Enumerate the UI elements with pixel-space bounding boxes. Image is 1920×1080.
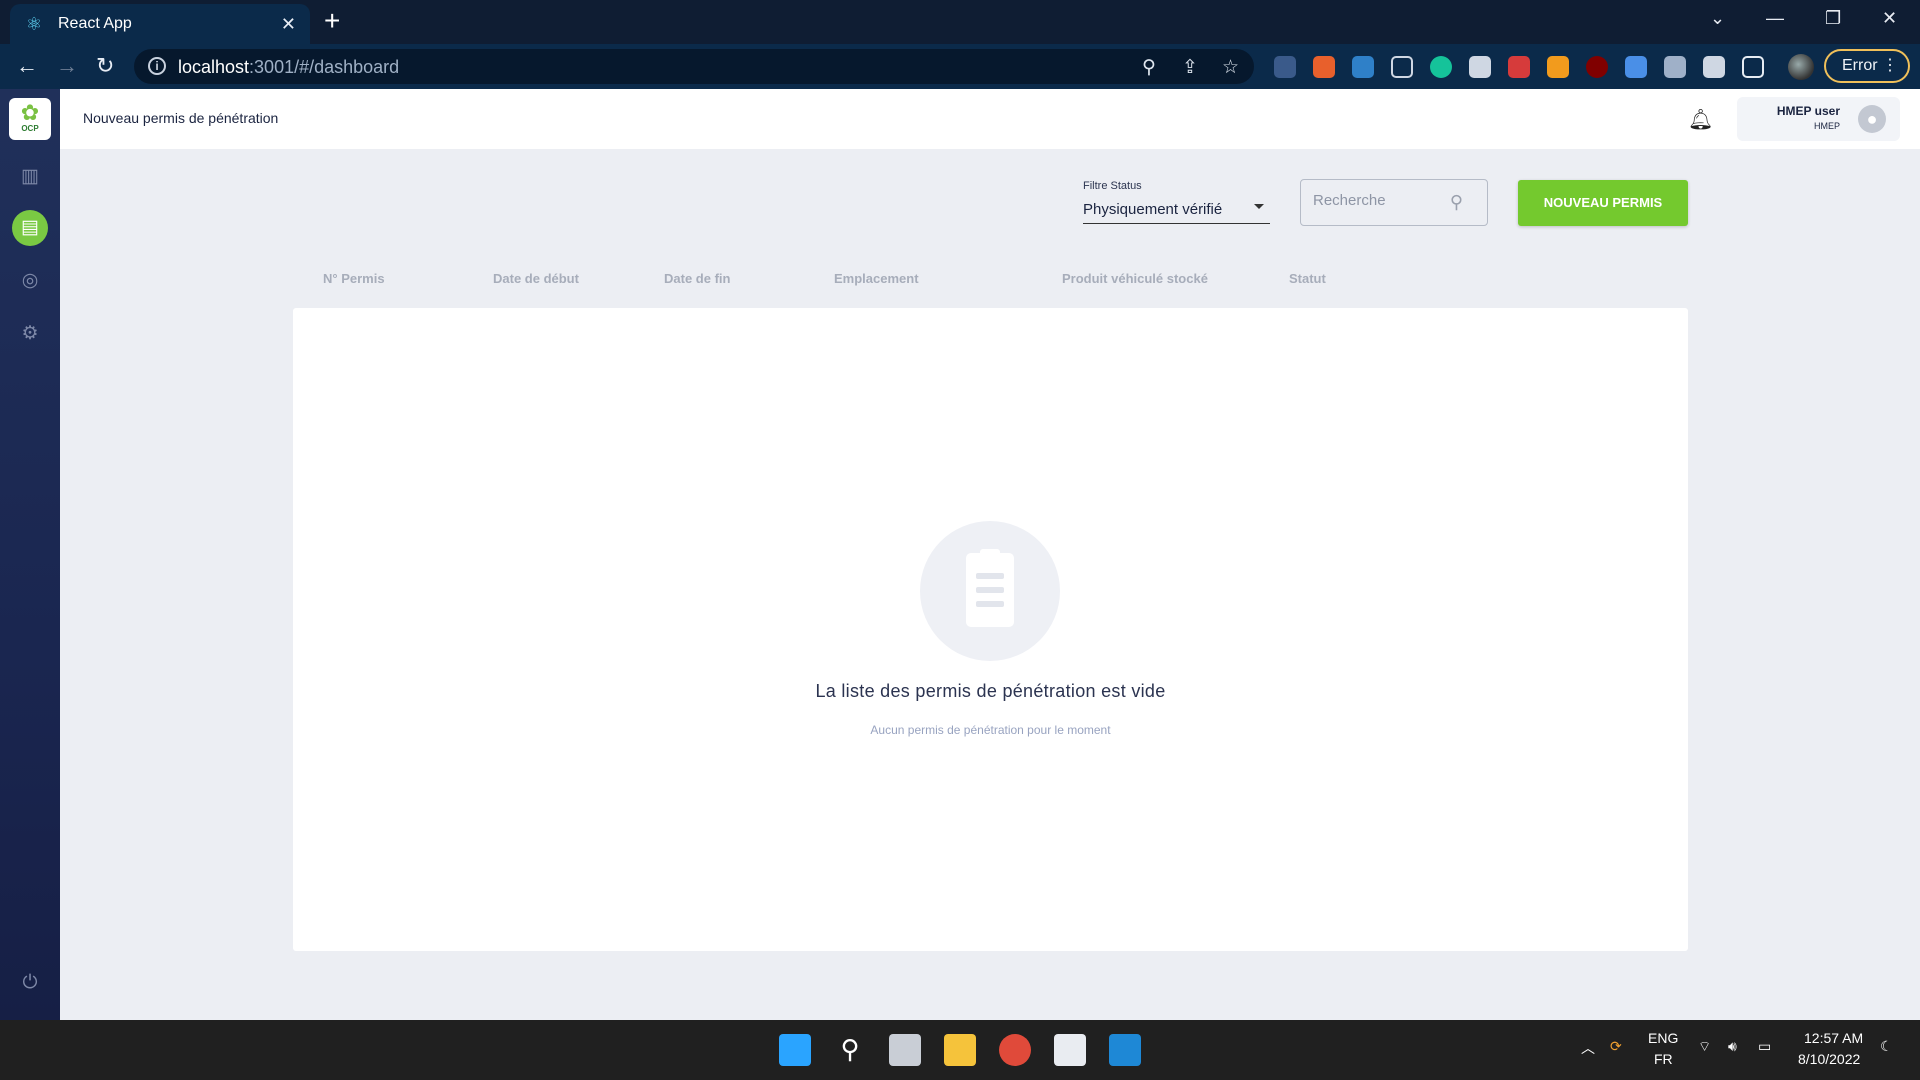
radar-icon[interactable]: ◎: [12, 263, 48, 299]
error-button[interactable]: Error ⋮: [1824, 49, 1910, 83]
column-header-location[interactable]: Emplacement: [834, 271, 919, 286]
reload-icon[interactable]: ↻: [96, 53, 114, 79]
search-field[interactable]: ⚲: [1300, 179, 1488, 226]
share-icon[interactable]: ⇪: [1182, 56, 1198, 79]
bookmark-star-icon[interactable]: ☆: [1222, 56, 1239, 79]
screen-extension-icon[interactable]: [1625, 56, 1647, 78]
empty-state-title: La liste des permis de pénétration est v…: [815, 681, 1166, 701]
permit-table-card: La liste des permis de pénétration est v…: [293, 308, 1688, 951]
file-explorer-icon[interactable]: [944, 1034, 976, 1066]
microsoft-store-icon[interactable]: [1054, 1034, 1086, 1066]
search-icon[interactable]: ⚲: [1450, 192, 1463, 213]
browser-tabstrip: ⚛ React App ✕ + ⌄ — ❐ ✕: [0, 0, 1920, 44]
power-icon[interactable]: ⏻: [12, 965, 48, 1001]
battery-icon[interactable]: ▭: [1758, 1038, 1771, 1055]
restore-icon[interactable]: ❐: [1825, 8, 1841, 29]
sidepanel-extension-icon[interactable]: [1742, 56, 1764, 78]
site-info-icon[interactable]: i: [148, 57, 166, 75]
language-bottom[interactable]: FR: [1654, 1051, 1673, 1067]
empty-state-subtitle: Aucun permis de pénétration pour le mome…: [870, 723, 1111, 737]
ocp-logo[interactable]: ✿ OCP: [9, 98, 51, 140]
dashboard-chart-icon[interactable]: ▥: [12, 159, 48, 195]
permit-list-icon[interactable]: ▤: [12, 210, 48, 246]
address-bar[interactable]: i localhost:3001/#/dashboard ⚲ ⇪ ☆: [134, 49, 1254, 84]
volume-icon[interactable]: 🔊︎: [1728, 1038, 1737, 1055]
status-filter-select[interactable]: Physiquement vérifié: [1083, 196, 1270, 224]
chrome-icon[interactable]: [999, 1034, 1031, 1066]
close-window-icon[interactable]: ✕: [1882, 8, 1897, 29]
sync-icon[interactable]: ⟳: [1610, 1038, 1622, 1055]
back-icon[interactable]: ←: [16, 53, 38, 79]
menu-kebab-icon[interactable]: ⋮: [1882, 51, 1898, 81]
browser-toolbar: ← → ↻ i localhost:3001/#/dashboard ⚲ ⇪ ☆…: [0, 44, 1920, 89]
task-view-icon[interactable]: [889, 1034, 921, 1066]
clock-time[interactable]: 12:57 AM: [1804, 1030, 1863, 1046]
column-header-start-date[interactable]: Date de début: [493, 271, 579, 286]
shield-extension-icon[interactable]: [1664, 56, 1686, 78]
clock-date[interactable]: 8/10/2022: [1798, 1051, 1860, 1067]
tab-title: React App: [58, 15, 132, 32]
new-permit-button[interactable]: NOUVEAU PERMIS: [1518, 180, 1688, 226]
off-extension-icon[interactable]: [1313, 56, 1335, 78]
react-icon: ⚛: [26, 14, 43, 34]
column-header-status[interactable]: Statut: [1289, 271, 1326, 286]
search-taskbar-icon[interactable]: ⚲: [834, 1034, 866, 1066]
url-text[interactable]: localhost:3001/#/dashboard: [178, 57, 399, 78]
user-avatar-icon: ●: [1858, 105, 1886, 133]
column-header-end-date[interactable]: Date de fin: [664, 271, 730, 286]
tray-chevron-icon[interactable]: ︿: [1581, 1038, 1595, 1058]
puzzle-red-extension-icon[interactable]: [1508, 56, 1530, 78]
column-header-product[interactable]: Produit véhiculé stocké: [1062, 271, 1208, 286]
focus-moon-icon[interactable]: ☾: [1880, 1038, 1893, 1055]
status-filter-label: Filtre Status: [1083, 180, 1142, 192]
zoom-icon[interactable]: ⚲: [1142, 56, 1156, 79]
search-input[interactable]: [1313, 192, 1443, 209]
tab-search-icon[interactable]: ⌄: [1710, 8, 1725, 29]
dropdown-caret-icon: [1254, 204, 1264, 209]
browser-tab[interactable]: ⚛ React App ✕: [10, 4, 310, 44]
camera-extension-icon[interactable]: [1469, 56, 1491, 78]
app-header: Nouveau permis de pénétration 🔔︎ HMEP us…: [60, 89, 1920, 149]
user-name: HMEP user: [1776, 104, 1840, 118]
orange-extension-icon[interactable]: [1547, 56, 1569, 78]
minimize-icon[interactable]: —: [1766, 8, 1784, 29]
user-menu[interactable]: HMEP user HMEP ●: [1737, 97, 1900, 141]
page-title: Nouveau permis de pénétration: [83, 110, 279, 126]
vscode-icon[interactable]: [1109, 1034, 1141, 1066]
windows-taskbar: ⚲ ︿ ⟳ ENG FR ⌔ 🔊︎ ▭ 12:57 AM 8/10/2022 ☾: [0, 1020, 1920, 1080]
ocp-emblem-icon: ✿: [20, 100, 40, 125]
profile-avatar[interactable]: [1788, 54, 1814, 80]
grid-extension-icon[interactable]: [1352, 56, 1374, 78]
new-tab-button[interactable]: +: [324, 6, 340, 36]
notification-bell-icon[interactable]: 🔔︎: [1688, 107, 1713, 132]
pen-extension-icon[interactable]: [1274, 56, 1296, 78]
settings-gear-icon[interactable]: ⚙: [12, 316, 48, 352]
column-header-permit-number[interactable]: N° Permis: [323, 271, 385, 286]
user-role: HMEP: [1813, 121, 1840, 131]
puzzle-extension-icon[interactable]: [1703, 56, 1725, 78]
capture-extension-icon[interactable]: [1391, 56, 1413, 78]
grammarly-extension-icon[interactable]: [1430, 56, 1452, 78]
wifi-icon[interactable]: ⌔: [1698, 1038, 1711, 1056]
close-tab-icon[interactable]: ✕: [281, 14, 296, 35]
empty-clipboard-icon: [920, 521, 1060, 661]
forward-icon[interactable]: →: [56, 53, 78, 79]
app-sidebar: ✿ OCP ▥ ▤ ◎ ⚙ ⏻: [0, 89, 60, 1020]
ublock-extension-icon[interactable]: [1586, 56, 1608, 78]
start-windows-icon[interactable]: [779, 1034, 811, 1066]
language-top[interactable]: ENG: [1648, 1030, 1678, 1046]
